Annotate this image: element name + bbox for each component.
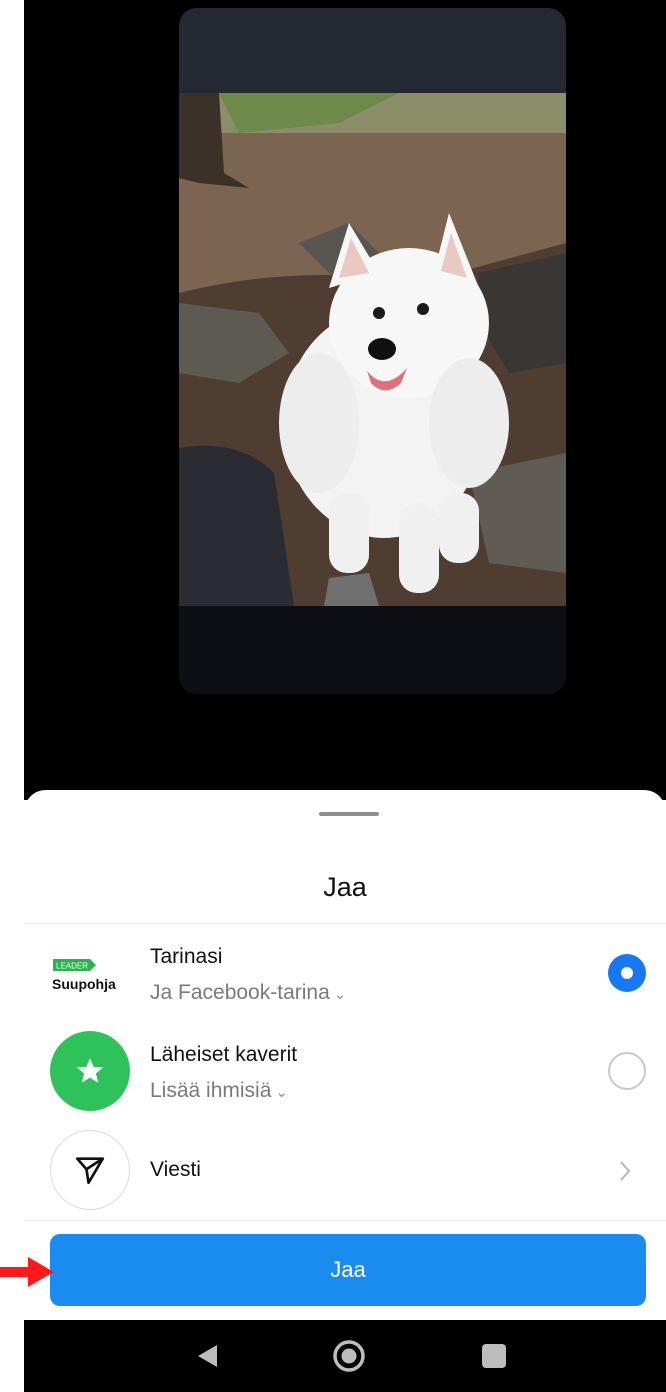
system-nav-bar <box>24 1320 666 1392</box>
chevron-down-icon: ⌄ <box>333 986 347 1003</box>
story-bottom-area <box>179 606 566 694</box>
profile-logo: LEADER Suupohja <box>50 933 130 1013</box>
option-title: Läheiset kaverit <box>150 1043 298 1066</box>
story-photo <box>179 93 566 606</box>
radio-selected[interactable] <box>608 954 646 992</box>
option-subtitle-dropdown[interactable]: Lisää ihmisiä ⌄ <box>150 1078 288 1106</box>
option-subtitle: Lisää ihmisiä <box>150 1079 272 1102</box>
star-icon <box>76 1058 104 1083</box>
recents-square-icon[interactable] <box>482 1344 506 1368</box>
share-sheet: Jaa LEADER Suupohja Tarinasi Ja Facebook… <box>24 790 666 1392</box>
home-circle-icon[interactable] <box>331 1338 367 1374</box>
chevron-right-icon <box>620 1161 631 1181</box>
option-title: Tarinasi <box>150 945 223 968</box>
logo-name-text: Suupohja <box>52 976 116 992</box>
chevron-down-icon: ⌄ <box>275 1084 288 1101</box>
divider <box>24 923 666 924</box>
story-top-area <box>179 8 566 93</box>
divider <box>24 1220 666 1221</box>
close-friends-avatar <box>50 1031 130 1111</box>
sheet-title: Jaa <box>323 872 367 902</box>
red-arrow-annotation <box>0 1257 54 1287</box>
drag-handle[interactable] <box>319 812 379 816</box>
option-your-story[interactable]: LEADER Suupohja Tarinasi Ja Facebook-tar… <box>24 930 666 1020</box>
radio-dot <box>621 967 633 979</box>
share-button[interactable]: Jaa <box>50 1234 646 1306</box>
option-subtitle: Ja Facebook-tarina <box>150 981 330 1004</box>
logo-badge-text: LEADER <box>56 962 88 971</box>
option-message[interactable]: Viesti <box>24 1126 666 1216</box>
send-arrow-icon <box>75 1157 105 1185</box>
suupohja-logo-icon: LEADER Suupohja <box>52 959 116 992</box>
option-title: Viesti <box>150 1158 201 1181</box>
message-avatar <box>50 1130 130 1210</box>
left-margin <box>0 0 24 1392</box>
story-viewer <box>24 0 666 800</box>
radio-unselected[interactable] <box>608 1052 646 1090</box>
story-preview <box>179 8 566 694</box>
back-triangle-icon[interactable] <box>195 1343 221 1369</box>
option-subtitle-dropdown[interactable]: Ja Facebook-tarina ⌄ <box>150 980 346 1008</box>
option-close-friends[interactable]: Läheiset kaverit Lisää ihmisiä ⌄ <box>24 1028 666 1118</box>
